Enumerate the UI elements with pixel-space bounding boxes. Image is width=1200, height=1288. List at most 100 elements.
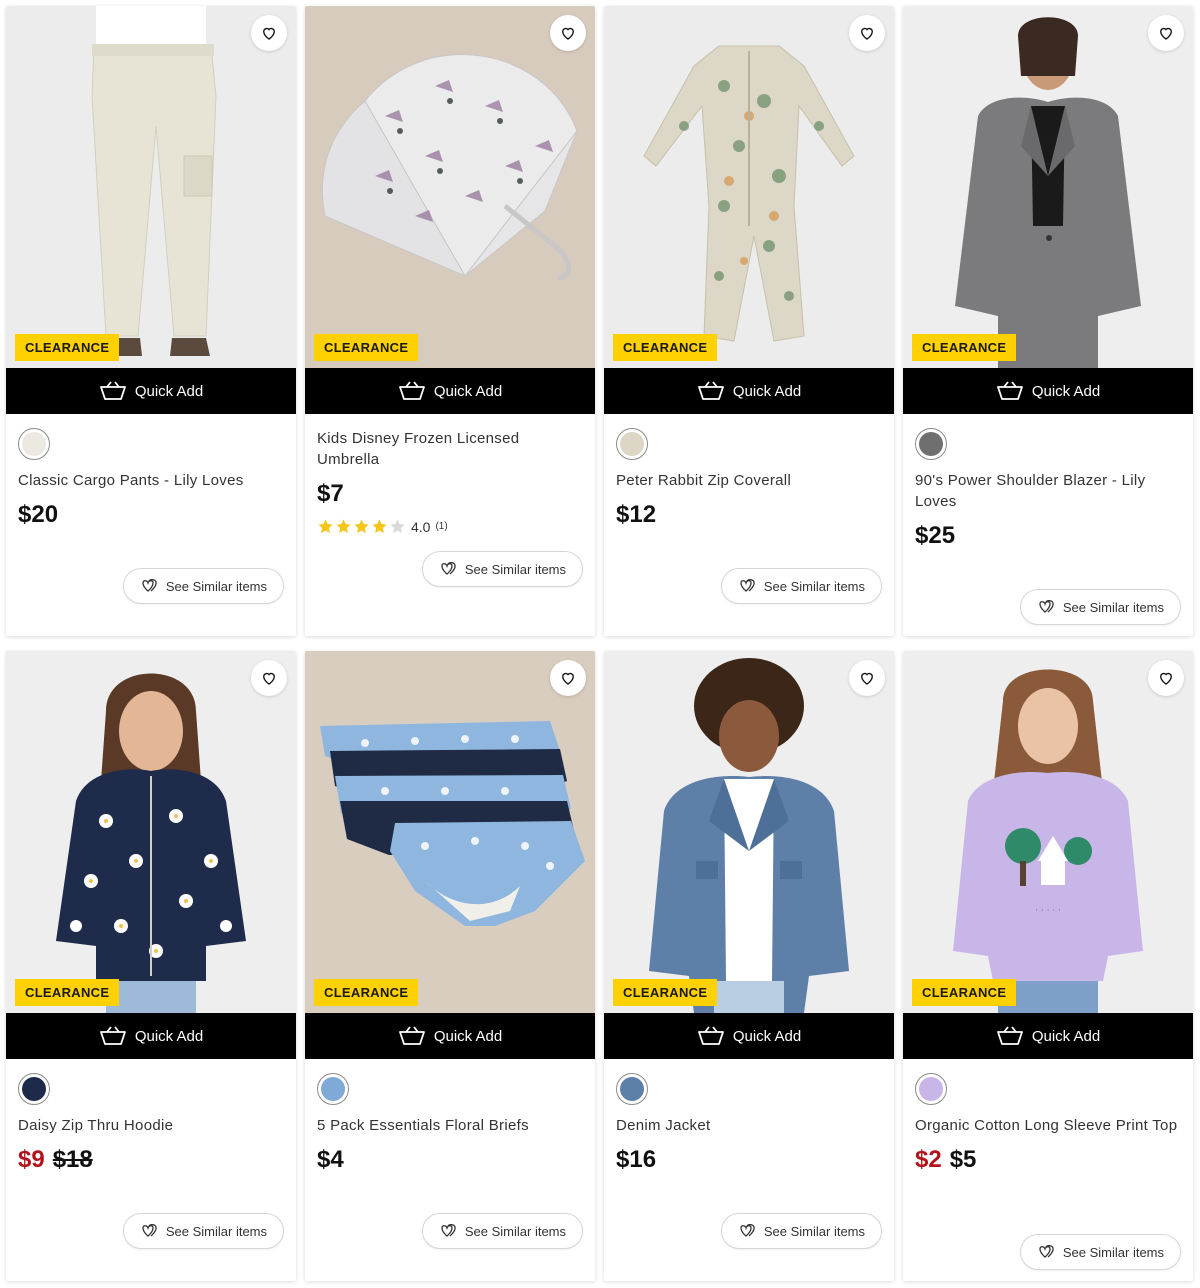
quick-add-button[interactable]: Quick Add bbox=[903, 1013, 1193, 1059]
see-similar-button[interactable]: See Similar items bbox=[122, 1213, 284, 1249]
see-similar-label: See Similar items bbox=[165, 1223, 267, 1239]
see-similar-label: See Similar items bbox=[165, 578, 267, 594]
see-similar-button[interactable]: See Similar items bbox=[421, 1213, 583, 1249]
quick-add-label: Quick Add bbox=[134, 382, 204, 400]
heart-outline-icon bbox=[562, 672, 574, 685]
product-card[interactable]: CLEARANCE Quick Add 5 Pack Essentials Fl… bbox=[305, 651, 595, 1281]
basket-icon bbox=[996, 381, 1023, 400]
star-icon bbox=[390, 519, 405, 533]
product-image[interactable]: CLEARANCE bbox=[604, 6, 894, 368]
color-swatch[interactable] bbox=[616, 428, 648, 460]
product-card[interactable]: CLEARANCE Quick Add 90's Power Shoulder … bbox=[903, 6, 1193, 636]
product-card[interactable]: CLEARANCE Quick Add Denim Jacket $16 See… bbox=[604, 651, 894, 1281]
basket-icon bbox=[99, 381, 126, 400]
product-title[interactable]: Classic Cargo Pants - Lily Loves bbox=[18, 470, 284, 491]
wishlist-button[interactable] bbox=[251, 660, 287, 696]
clearance-badge: CLEARANCE bbox=[15, 979, 120, 1006]
color-swatch[interactable] bbox=[915, 1073, 947, 1105]
quick-add-label: Quick Add bbox=[1031, 1027, 1101, 1045]
heart-outline-icon bbox=[1160, 672, 1172, 685]
see-similar-button[interactable]: See Similar items bbox=[122, 568, 284, 604]
quick-add-button[interactable]: Quick Add bbox=[6, 368, 296, 414]
product-title[interactable]: Denim Jacket bbox=[616, 1115, 882, 1136]
price-row: $12 bbox=[616, 501, 882, 529]
similar-items-icon bbox=[142, 578, 157, 592]
product-photo bbox=[604, 6, 894, 368]
clearance-badge: CLEARANCE bbox=[314, 979, 419, 1006]
product-image[interactable]: CLEARANCE bbox=[6, 6, 296, 368]
original-price: $18 bbox=[52, 1146, 93, 1173]
product-card[interactable]: · · · · · CLEARANCE Quick Add Organic Co… bbox=[903, 651, 1193, 1281]
quick-add-button[interactable]: Quick Add bbox=[604, 1013, 894, 1059]
product-photo: · · · · · bbox=[903, 651, 1193, 1013]
color-swatch[interactable] bbox=[616, 1073, 648, 1105]
color-swatch[interactable] bbox=[18, 428, 50, 460]
price-row: $9 $18 bbox=[18, 1146, 284, 1174]
product-image[interactable]: CLEARANCE bbox=[305, 6, 595, 368]
quick-add-button[interactable]: Quick Add bbox=[305, 368, 595, 414]
quick-add-button[interactable]: Quick Add bbox=[903, 368, 1193, 414]
basket-icon bbox=[398, 381, 425, 400]
product-title[interactable]: Peter Rabbit Zip Coverall bbox=[616, 470, 882, 491]
product-info: Classic Cargo Pants - Lily Loves $20 See… bbox=[6, 414, 296, 636]
wishlist-button[interactable] bbox=[550, 15, 586, 51]
product-title[interactable]: Daisy Zip Thru Hoodie bbox=[18, 1115, 284, 1136]
product-image[interactable]: · · · · · CLEARANCE bbox=[903, 651, 1193, 1013]
product-image[interactable]: CLEARANCE bbox=[604, 651, 894, 1013]
product-card[interactable]: CLEARANCE Quick Add Peter Rabbit Zip Cov… bbox=[604, 6, 894, 636]
rating[interactable]: 4.0 (1) bbox=[317, 518, 583, 535]
product-photo bbox=[305, 651, 595, 1013]
clearance-badge: CLEARANCE bbox=[15, 334, 120, 361]
product-title[interactable]: Kids Disney Frozen Licensed Umbrella bbox=[317, 428, 583, 470]
product-info: Organic Cotton Long Sleeve Print Top $2 … bbox=[903, 1059, 1193, 1281]
product-image[interactable]: CLEARANCE bbox=[903, 6, 1193, 368]
product-photo bbox=[305, 6, 595, 368]
wishlist-button[interactable] bbox=[849, 660, 885, 696]
quick-add-button[interactable]: Quick Add bbox=[6, 1013, 296, 1059]
similar-items-icon bbox=[142, 1223, 157, 1237]
product-image[interactable]: CLEARANCE bbox=[6, 651, 296, 1013]
see-similar-label: See Similar items bbox=[763, 1223, 865, 1239]
similar-items-icon bbox=[441, 561, 456, 575]
color-swatch[interactable] bbox=[915, 428, 947, 460]
price-row: $16 bbox=[616, 1146, 882, 1174]
wishlist-button[interactable] bbox=[251, 15, 287, 51]
price-row: $2 $5 bbox=[915, 1146, 1181, 1174]
product-title[interactable]: 90's Power Shoulder Blazer - Lily Loves bbox=[915, 470, 1181, 512]
similar-items-icon bbox=[740, 1223, 755, 1237]
product-card[interactable]: CLEARANCE Quick Add Classic Cargo Pants … bbox=[6, 6, 296, 636]
see-similar-button[interactable]: See Similar items bbox=[720, 568, 882, 604]
product-info: Denim Jacket $16 See Similar items bbox=[604, 1059, 894, 1281]
clearance-badge: CLEARANCE bbox=[613, 979, 718, 1006]
product-title[interactable]: 5 Pack Essentials Floral Briefs bbox=[317, 1115, 583, 1136]
product-price: $4 bbox=[317, 1146, 344, 1173]
see-similar-button[interactable]: See Similar items bbox=[720, 1213, 882, 1249]
price-row: $20 bbox=[18, 501, 284, 529]
product-card[interactable]: CLEARANCE Quick Add Kids Disney Frozen L… bbox=[305, 6, 595, 636]
wishlist-button[interactable] bbox=[550, 660, 586, 696]
rating-value: 4.0 bbox=[411, 518, 431, 535]
product-title[interactable]: Organic Cotton Long Sleeve Print Top bbox=[915, 1115, 1181, 1136]
similar-items-icon bbox=[1039, 1244, 1054, 1258]
rating-count: (1) bbox=[435, 521, 448, 532]
product-card[interactable]: CLEARANCE Quick Add Daisy Zip Thru Hoodi… bbox=[6, 651, 296, 1281]
product-grid: CLEARANCE Quick Add Classic Cargo Pants … bbox=[6, 6, 1193, 1281]
wishlist-button[interactable] bbox=[1148, 15, 1184, 51]
wishlist-button[interactable] bbox=[1148, 660, 1184, 696]
similar-items-icon bbox=[740, 578, 755, 592]
wishlist-button[interactable] bbox=[849, 15, 885, 51]
color-swatch[interactable] bbox=[18, 1073, 50, 1105]
see-similar-button[interactable]: See Similar items bbox=[1019, 1234, 1181, 1270]
clearance-badge: CLEARANCE bbox=[912, 979, 1017, 1006]
quick-add-button[interactable]: Quick Add bbox=[305, 1013, 595, 1059]
quick-add-button[interactable]: Quick Add bbox=[604, 368, 894, 414]
heart-outline-icon bbox=[562, 27, 574, 40]
quick-add-label: Quick Add bbox=[433, 382, 503, 400]
product-photo bbox=[604, 651, 894, 1013]
price-row: $4 bbox=[317, 1146, 583, 1174]
product-image[interactable]: CLEARANCE bbox=[305, 651, 595, 1013]
color-swatch[interactable] bbox=[317, 1073, 349, 1105]
see-similar-button[interactable]: See Similar items bbox=[1019, 589, 1181, 625]
heart-outline-icon bbox=[861, 27, 873, 40]
see-similar-button[interactable]: See Similar items bbox=[421, 551, 583, 587]
